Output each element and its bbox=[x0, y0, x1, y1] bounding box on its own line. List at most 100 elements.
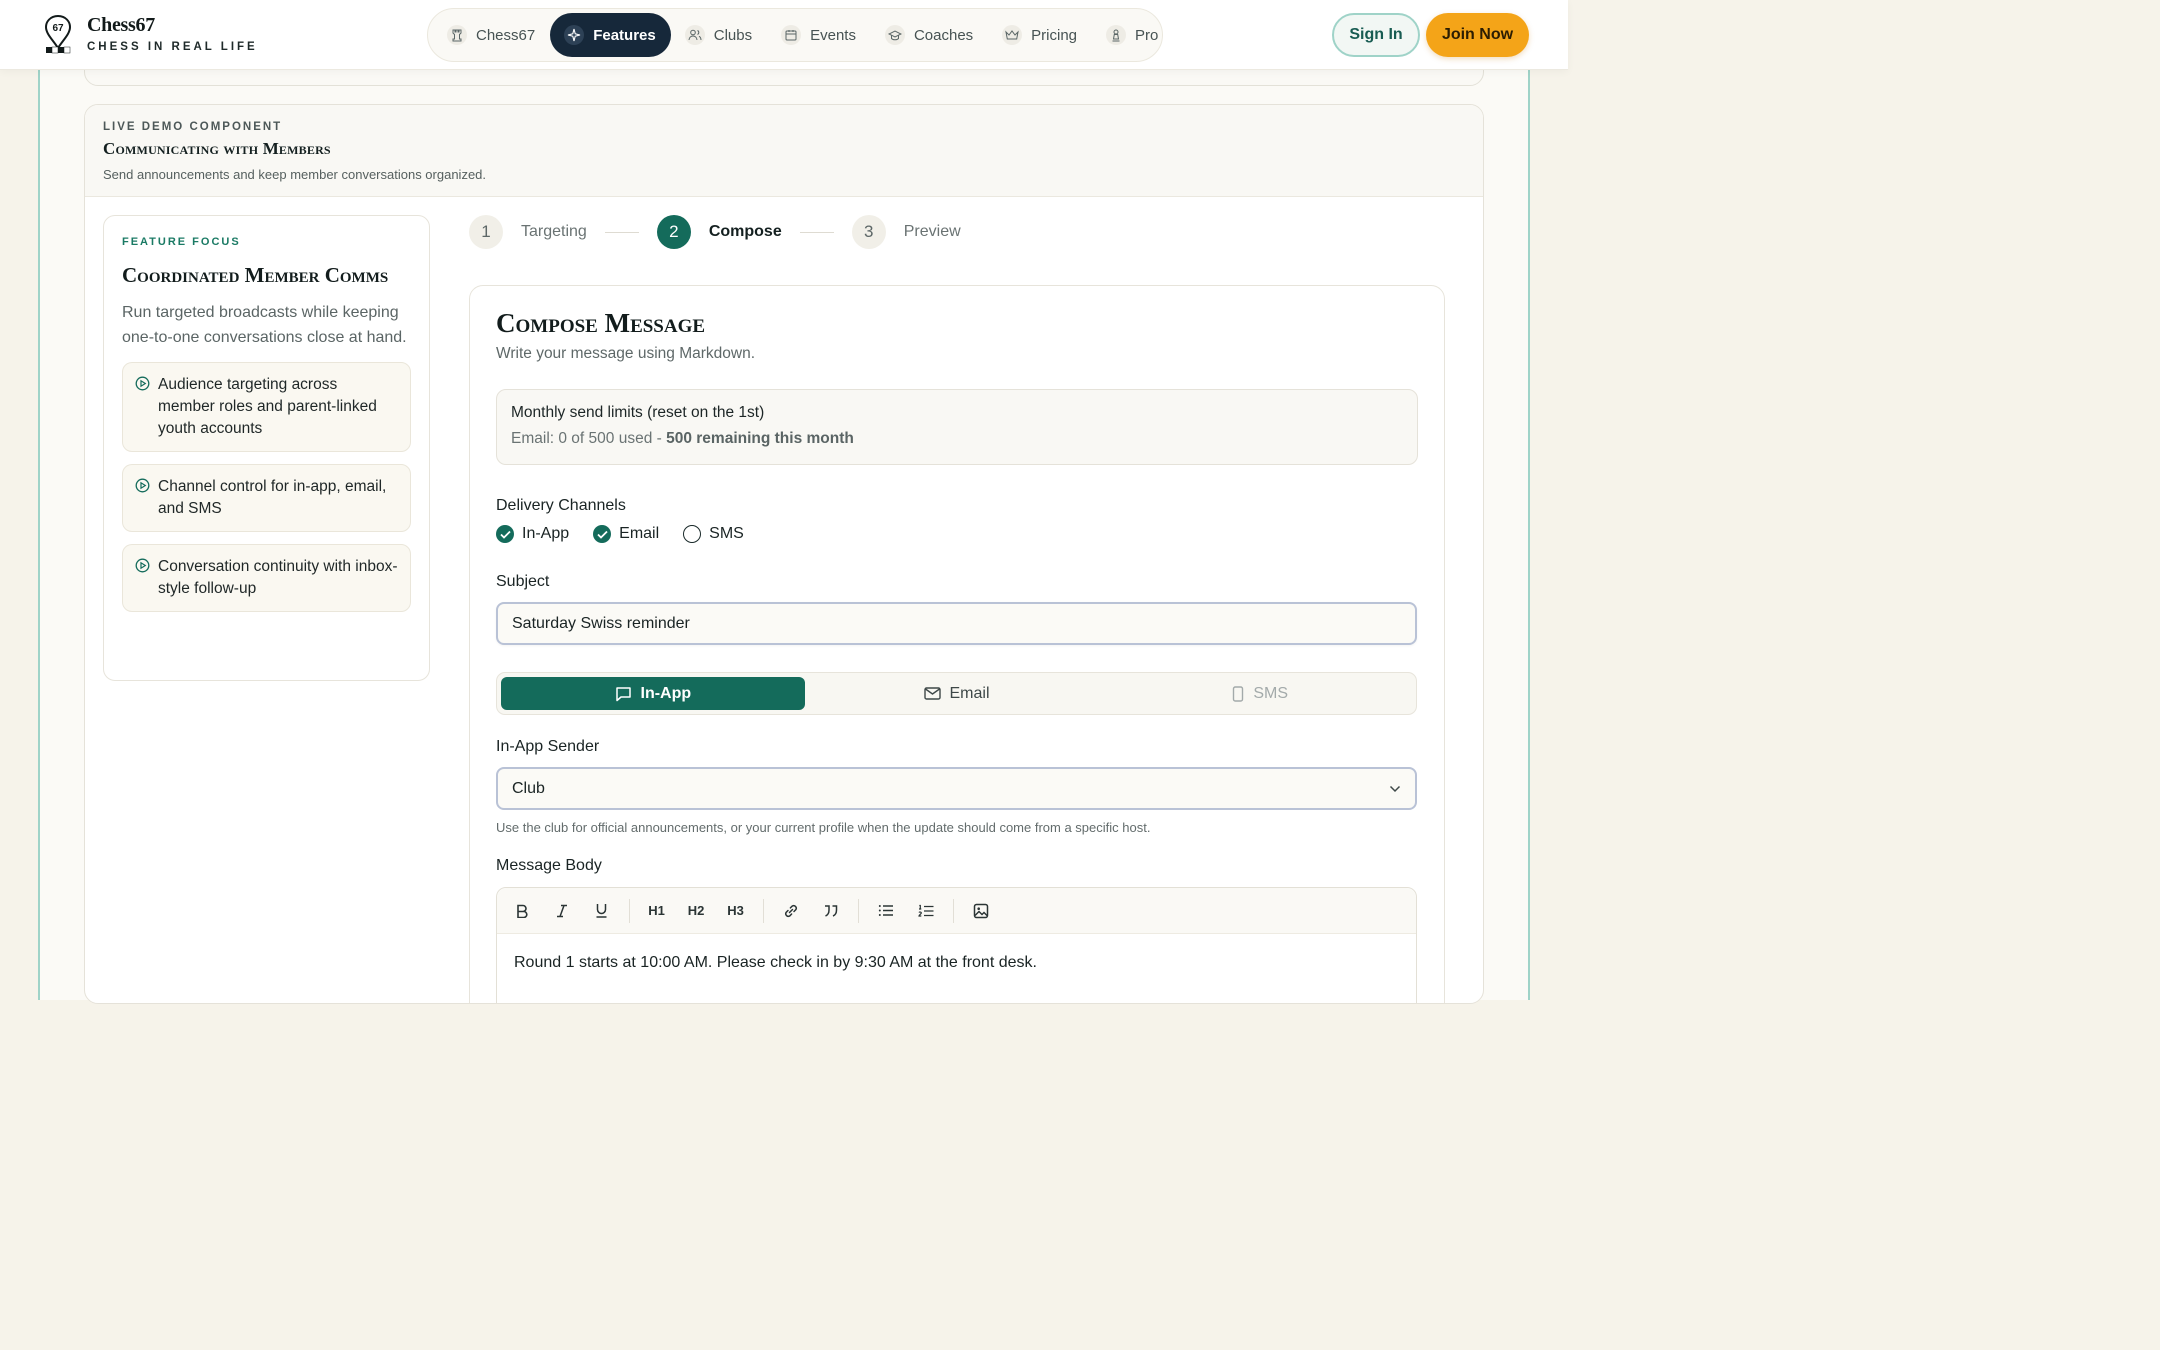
nav-item-events[interactable]: Events bbox=[767, 13, 871, 57]
feature-focus-card: FEATURE FOCUS Coordinated Member Comms R… bbox=[103, 215, 430, 681]
toolbar-separator bbox=[763, 898, 764, 923]
wizard-stepper: 1 Targeting 2 Compose 3 Preview bbox=[469, 215, 961, 249]
toolbar-separator bbox=[953, 898, 954, 923]
compose-message-card: Compose Message Write your message using… bbox=[469, 285, 1445, 1003]
step-2-label[interactable]: Compose bbox=[709, 223, 782, 241]
calendar-icon bbox=[781, 25, 802, 45]
sender-hint: Use the club for official announcements,… bbox=[496, 820, 1151, 835]
graduation-cap-icon bbox=[884, 25, 905, 45]
heading-2-icon[interactable]: H2 bbox=[683, 898, 709, 924]
sender-select[interactable]: Club bbox=[496, 767, 1417, 810]
step-3-number[interactable]: 3 bbox=[851, 215, 886, 249]
check-icon bbox=[593, 525, 612, 543]
channel-tabs: In-App Email SMS bbox=[496, 672, 1417, 715]
subject-field-group: Subject Saturday Swiss reminder bbox=[496, 573, 1418, 645]
brand-tagline: CHESS IN REAL LIFE bbox=[87, 41, 258, 53]
tab-label: Email bbox=[949, 684, 990, 702]
bold-icon[interactable] bbox=[509, 898, 535, 924]
step-1-number[interactable]: 1 bbox=[469, 215, 503, 249]
nav-item-features[interactable]: Features bbox=[550, 13, 671, 57]
empty-circle-icon bbox=[683, 525, 702, 543]
italic-icon[interactable] bbox=[549, 898, 575, 924]
chat-bubble-icon bbox=[615, 686, 631, 701]
channel-in-app-checkbox[interactable]: In-App bbox=[496, 525, 569, 543]
image-icon[interactable] bbox=[968, 898, 994, 924]
tab-in-app[interactable]: In-App bbox=[501, 677, 805, 710]
tab-label: In-App bbox=[640, 684, 692, 702]
subject-label: Subject bbox=[496, 573, 550, 590]
markdown-editor: H1 H2 H3 Round 1 starts at 10:00 AM. Ple… bbox=[496, 887, 1417, 1003]
numbered-list-icon[interactable] bbox=[913, 898, 939, 924]
bullet-list-icon[interactable] bbox=[873, 898, 899, 924]
demo-subtitle: Send announcements and keep member conve… bbox=[103, 167, 487, 182]
play-circle-icon bbox=[135, 478, 150, 493]
channel-label: In-App bbox=[522, 525, 570, 542]
sign-in-button[interactable]: Sign In bbox=[1332, 13, 1420, 57]
focus-eyebrow: FEATURE FOCUS bbox=[122, 236, 241, 248]
sender-value: Club bbox=[512, 779, 545, 797]
brand-name[interactable]: Chess67 bbox=[87, 14, 155, 37]
focus-description: Run targeted broadcasts while keeping on… bbox=[122, 304, 407, 346]
chess67-logo-icon: 67 bbox=[44, 14, 72, 54]
play-circle-icon bbox=[135, 558, 150, 573]
tab-sms[interactable]: SMS bbox=[1108, 677, 1412, 710]
underline-icon[interactable] bbox=[588, 898, 614, 924]
nav-label: Clubs bbox=[713, 26, 753, 44]
link-icon[interactable] bbox=[778, 898, 804, 924]
editor-toolbar: H1 H2 H3 bbox=[497, 888, 1416, 934]
nav-label: Coaches bbox=[913, 26, 974, 44]
play-circle-icon bbox=[135, 376, 150, 391]
limits-remaining: 500 remaining this month bbox=[666, 430, 854, 447]
nav-label: Chess67 bbox=[476, 26, 536, 44]
step-connector bbox=[604, 231, 639, 233]
users-icon bbox=[684, 25, 705, 45]
message-body-textarea[interactable]: Round 1 starts at 10:00 AM. Please check… bbox=[497, 934, 1416, 992]
check-icon bbox=[496, 525, 514, 543]
live-demo-component: LIVE DEMO COMPONENT Communicating with M… bbox=[84, 104, 1484, 1004]
limits-title: Monthly send limits (reset on the 1st) bbox=[511, 404, 765, 421]
step-1-label[interactable]: Targeting bbox=[521, 223, 587, 241]
step-connector bbox=[799, 231, 834, 233]
crown-icon bbox=[1002, 25, 1023, 45]
nav-item-clubs[interactable]: Clubs bbox=[671, 13, 767, 57]
nav-item-chess67[interactable]: Chess67 bbox=[433, 13, 550, 57]
compose-subtitle: Write your message using Markdown. bbox=[496, 345, 756, 362]
step-2-number[interactable]: 2 bbox=[656, 215, 691, 249]
sparkle-icon bbox=[564, 25, 585, 45]
quote-icon[interactable] bbox=[818, 898, 844, 924]
nav-item-pricing[interactable]: Pricing bbox=[988, 13, 1092, 57]
feature-item: Channel control for in-app, email, and S… bbox=[122, 464, 411, 532]
nav-item-coaches[interactable]: Coaches bbox=[871, 13, 988, 57]
send-limits-box: Monthly send limits (reset on the 1st) E… bbox=[496, 389, 1418, 465]
feature-text: Audience targeting across member roles a… bbox=[158, 376, 377, 437]
tab-label: SMS bbox=[1253, 684, 1289, 702]
join-now-button[interactable]: Join Now bbox=[1426, 13, 1529, 57]
feature-item: Conversation continuity with inbox-style… bbox=[122, 544, 411, 612]
toolbar-separator bbox=[858, 898, 859, 923]
nav-label: Events bbox=[810, 26, 856, 44]
channel-sms-checkbox[interactable]: SMS bbox=[683, 525, 744, 543]
rook-icon bbox=[447, 25, 467, 45]
compose-title: Compose Message bbox=[496, 308, 706, 338]
demo-header: LIVE DEMO COMPONENT Communicating with M… bbox=[85, 105, 1483, 197]
feature-text: Conversation continuity with inbox-style… bbox=[158, 558, 398, 597]
body-label: Message Body bbox=[496, 857, 602, 874]
nav-item-pro[interactable]: Pro bbox=[1092, 13, 1173, 57]
envelope-icon bbox=[923, 687, 941, 700]
subject-input[interactable]: Saturday Swiss reminder bbox=[496, 602, 1417, 645]
chevron-down-icon bbox=[1389, 785, 1401, 792]
tab-email[interactable]: Email bbox=[805, 677, 1109, 710]
heading-1-icon[interactable]: H1 bbox=[644, 898, 670, 924]
svg-text:67: 67 bbox=[52, 23, 64, 34]
limits-usage: Email: 0 of 500 used - 500 remaining thi… bbox=[511, 430, 1403, 448]
heading-3-icon[interactable]: H3 bbox=[723, 898, 749, 924]
focus-title: Coordinated Member Comms bbox=[122, 263, 389, 287]
pawn-icon bbox=[1106, 25, 1127, 45]
toolbar-separator bbox=[628, 898, 630, 923]
channels-label: Delivery Channels bbox=[496, 497, 626, 514]
limits-used: Email: 0 of 500 used - bbox=[511, 430, 667, 447]
step-3-label[interactable]: Preview bbox=[904, 223, 961, 241]
channel-email-checkbox[interactable]: Email bbox=[593, 525, 659, 543]
feature-item: Audience targeting across member roles a… bbox=[122, 362, 411, 452]
sender-label: In-App Sender bbox=[496, 738, 600, 755]
